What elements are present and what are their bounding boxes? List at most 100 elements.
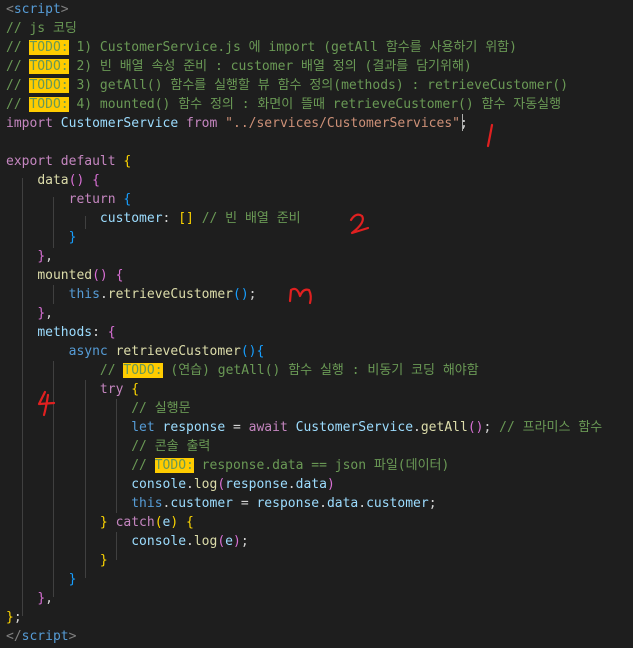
code-token: > — [60, 2, 69, 17]
todo-marker: TODO: — [29, 97, 69, 112]
code-token: </ — [6, 629, 22, 644]
code-token: () — [240, 344, 257, 359]
code-line: // 실행문 — [6, 399, 191, 418]
code-token: customer — [99, 211, 163, 226]
code-token: } — [99, 515, 108, 530]
code-token: } — [99, 553, 108, 568]
code-token: { — [123, 192, 132, 207]
code-token: . — [413, 420, 421, 435]
code-token: : — [162, 211, 179, 226]
text-cursor — [462, 114, 463, 131]
code-line: async retrieveCustomer(){ — [6, 342, 265, 361]
code-token: async — [68, 344, 108, 359]
code-token: () — [68, 173, 85, 188]
code-token: // 콘솔 출력 — [131, 439, 211, 454]
code-token: ; — [428, 496, 437, 511]
code-token: 4) mounted() 함수 정의 : 화면이 뜰때 retrieveCust… — [68, 97, 562, 112]
code-line: // TODO: (연습) getAll() 함수 실행 : 비동기 코딩 해야… — [6, 361, 479, 380]
code-token: // 프라미스 함수 — [499, 420, 603, 435]
code-line: export default { — [6, 152, 131, 171]
todo-marker: TODO: — [29, 78, 69, 93]
code-token: } — [68, 230, 77, 245]
code-token: export — [6, 154, 53, 169]
code-line: // 콘솔 출력 — [6, 437, 210, 456]
todo-marker: TODO: — [154, 458, 194, 473]
code-token: await — [248, 420, 288, 435]
code-token: // — [6, 78, 30, 93]
code-token: { — [131, 382, 140, 397]
code-token: script — [13, 2, 61, 17]
code-line: } — [6, 228, 77, 247]
todo-marker: TODO: — [29, 40, 69, 55]
code-token: CustomerService — [60, 116, 179, 131]
code-editor[interactable]: <script>// js 코딩// TODO: 1) CustomerServ… — [0, 0, 633, 648]
code-token: e — [225, 534, 233, 549]
code-token: = — [225, 420, 249, 435]
code-token: . — [186, 477, 194, 492]
code-line: // TODO: 3) getAll() 함수를 실행할 뷰 함수 정의(met… — [6, 76, 568, 95]
code-token: . — [287, 477, 296, 492]
code-token: } — [37, 249, 46, 264]
code-line: data() { — [6, 171, 100, 190]
code-token: = — [233, 496, 257, 511]
code-token: { — [115, 268, 124, 283]
code-token: console — [131, 534, 187, 549]
code-token: : — [92, 325, 108, 340]
code-token: default — [60, 154, 116, 169]
code-token: log — [193, 477, 218, 492]
code-line: }, — [6, 304, 53, 323]
code-line: }, — [6, 589, 53, 608]
code-token: { — [92, 173, 100, 188]
code-token: data — [37, 173, 69, 188]
code-line: <script> — [6, 0, 69, 19]
code-token: retrieveCustomer — [107, 287, 233, 302]
code-line: // TODO: 2) 빈 배열 속성 준비 : customer 배열 정의 … — [6, 57, 472, 76]
code-token: retrieveCustomer — [115, 344, 241, 359]
code-token: . — [186, 534, 194, 549]
code-token: > — [68, 629, 77, 644]
code-line: let response = await CustomerService.get… — [6, 418, 602, 437]
code-token: log — [193, 534, 218, 549]
code-token: ( — [217, 477, 226, 492]
code-token: response — [225, 477, 288, 492]
code-token: // — [6, 97, 30, 112]
code-line: console.log(e); — [6, 532, 248, 551]
todo-marker: TODO: — [29, 59, 69, 74]
code-token: [] — [178, 211, 194, 226]
code-token: // 실행문 — [131, 401, 191, 416]
code-token: CustomerService — [295, 420, 414, 435]
code-token: ( — [154, 515, 163, 530]
code-line: } catch(e) { — [6, 513, 194, 532]
code-token: . — [319, 496, 327, 511]
code-token: this — [68, 287, 100, 302]
code-token: } — [37, 591, 46, 606]
code-line: // TODO: 4) mounted() 함수 정의 : 화면이 뜰때 ret… — [6, 95, 561, 114]
code-token: } — [37, 306, 46, 321]
code-line: console.log(response.data) — [6, 475, 335, 494]
code-token: response — [256, 496, 320, 511]
code-token: 3) getAll() 함수를 실행할 뷰 함수 정의(methods) : r… — [68, 78, 569, 93]
code-line: }; — [6, 608, 22, 627]
code-token: , — [45, 249, 53, 264]
code-token: return — [68, 192, 116, 207]
